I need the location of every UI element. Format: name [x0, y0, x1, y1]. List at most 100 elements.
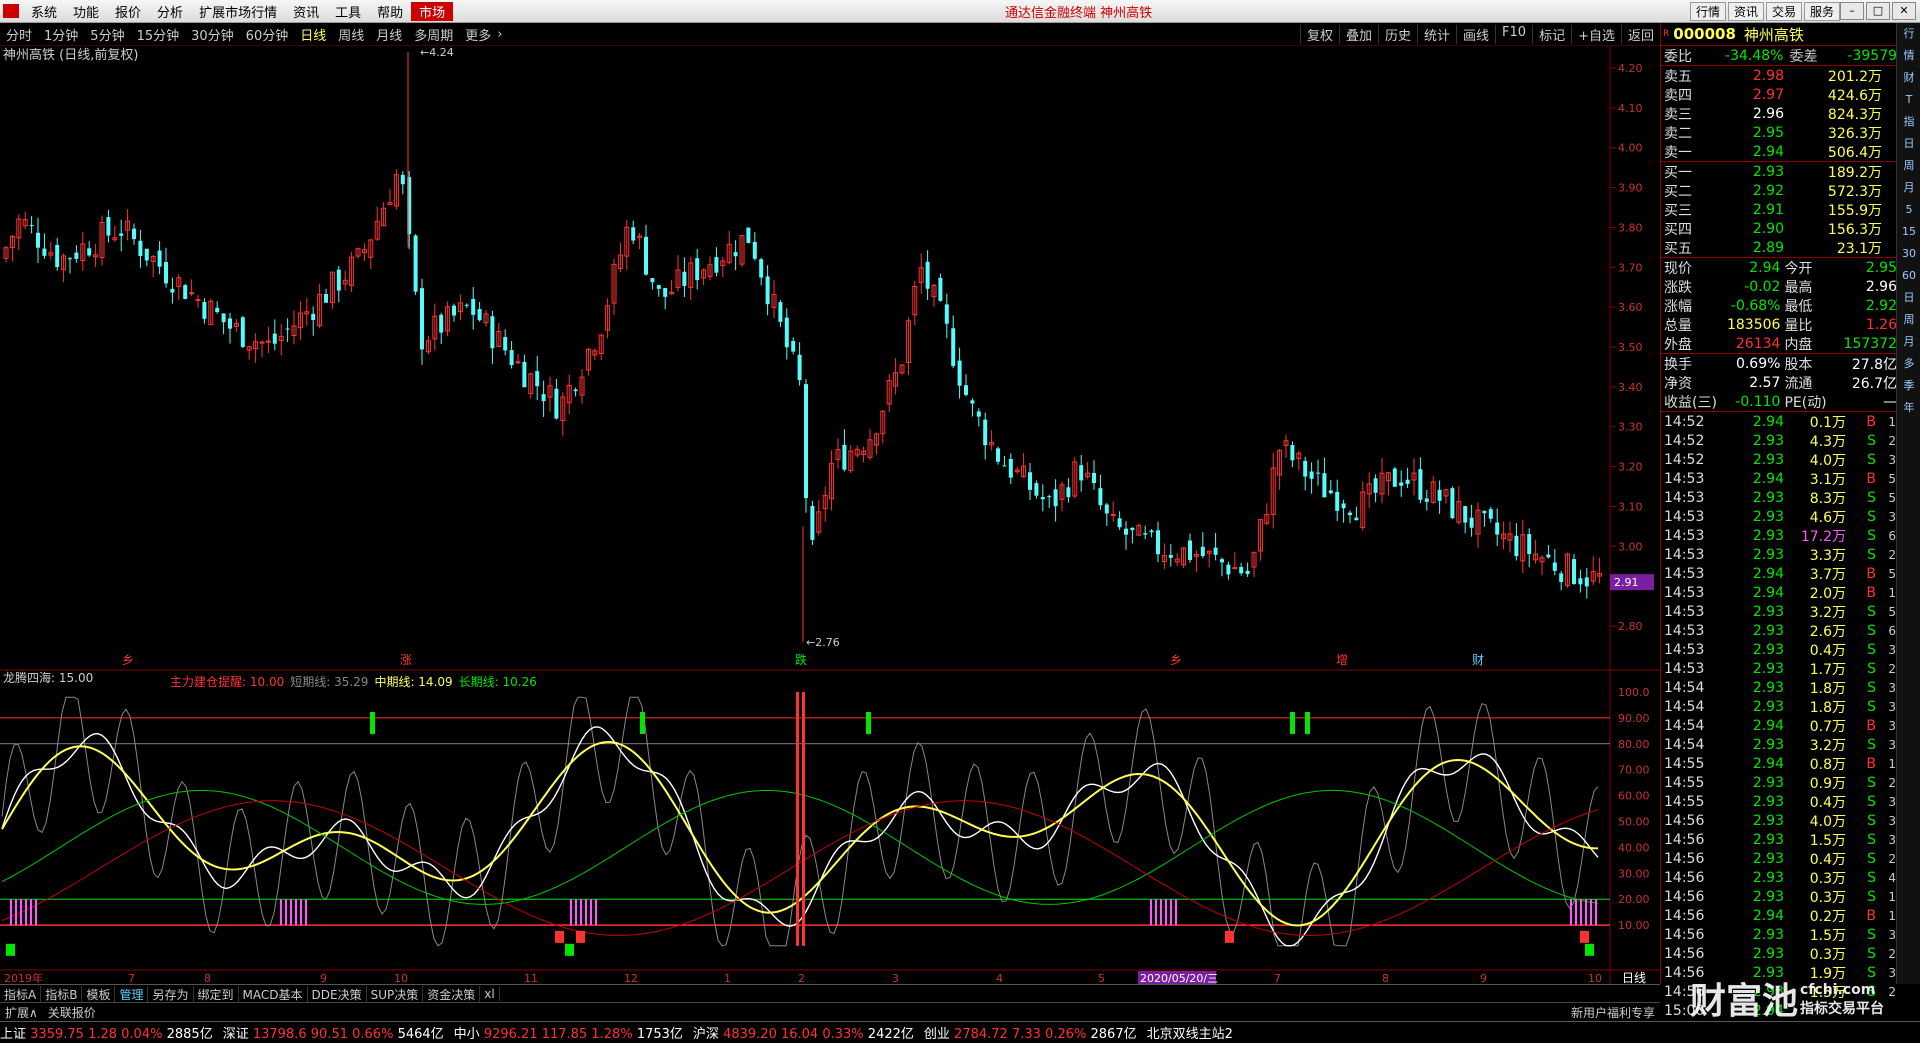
tool-f10[interactable]: F10: [1495, 24, 1532, 44]
period-daily[interactable]: 日线: [294, 25, 332, 44]
menu-item-system[interactable]: 系统: [23, 2, 65, 21]
indicator-tab[interactable]: SUP决策: [367, 985, 424, 1003]
menu-item-ext-market[interactable]: 扩展市场行情: [191, 2, 285, 21]
period-60min[interactable]: 60分钟: [240, 25, 295, 44]
side-icon-button[interactable]: 5: [1897, 199, 1920, 221]
bid-row[interactable]: 买五 2.89 23.1万: [1661, 238, 1897, 257]
side-icon-button[interactable]: 15: [1897, 221, 1920, 243]
period-15min[interactable]: 15分钟: [131, 25, 186, 44]
side-icon-button[interactable]: 财: [1897, 67, 1920, 89]
server-status[interactable]: 北京双线主站2: [1147, 1023, 1243, 1042]
index-quote[interactable]: 上证 3359.75 1.28 0.04% 2885亿: [0, 1023, 223, 1042]
new-user-link[interactable]: 新用户福利专享: [1566, 1004, 1660, 1021]
tool-overlay[interactable]: 叠加: [1338, 24, 1378, 44]
menu-item-analysis[interactable]: 分析: [149, 2, 191, 21]
side-icon-button[interactable]: 日: [1897, 287, 1920, 309]
side-icon-button[interactable]: 月: [1897, 177, 1920, 199]
chart-area[interactable]: 神州高铁 (日线,前复权) 龙腾四海: 15.00 ←4.24 ←2.76 乡 涨 跌 乡…: [0, 46, 1660, 985]
ask-row[interactable]: 卖一 2.94 506.4万: [1661, 142, 1897, 161]
tool-back[interactable]: 返回: [1620, 24, 1660, 44]
tool-add-watch[interactable]: +自选: [1571, 24, 1621, 44]
minimize-icon[interactable]: –: [1840, 2, 1864, 20]
indicator-tab[interactable]: 模板: [82, 985, 116, 1003]
news-button[interactable]: 资讯: [1727, 1, 1764, 21]
side-icon-button[interactable]: 行: [1897, 23, 1920, 45]
chevron-right-icon[interactable]: ›: [497, 27, 502, 42]
side-icon-button[interactable]: 周: [1897, 309, 1920, 331]
event-marker[interactable]: 财: [1472, 653, 1484, 667]
bid-row[interactable]: 买三 2.91 155.9万: [1661, 200, 1897, 219]
close-icon[interactable]: ✕: [1892, 2, 1916, 20]
candle-body: [138, 240, 143, 257]
side-icon-button[interactable]: 30: [1897, 243, 1920, 265]
menu-item-tools[interactable]: 工具: [327, 2, 369, 21]
tool-stats[interactable]: 统计: [1417, 24, 1456, 44]
index-quote[interactable]: 深证 13798.6 90.51 0.66% 5464亿: [223, 1023, 454, 1042]
candle-body: [1047, 496, 1052, 498]
expand-button[interactable]: 扩展∧: [0, 1004, 43, 1021]
indicator-tab[interactable]: 另存为: [148, 985, 194, 1003]
candle-body: [996, 448, 1000, 462]
period-5min[interactable]: 5分钟: [84, 25, 130, 44]
event-marker[interactable]: 跌: [795, 652, 807, 667]
ask-row[interactable]: 卖四 2.97 424.6万: [1661, 85, 1897, 104]
tool-mark[interactable]: 标记: [1532, 24, 1571, 44]
menu-item-market[interactable]: 市场: [411, 1, 454, 21]
indicator-y-tick: 50.00: [1618, 816, 1650, 829]
indicator-tab[interactable]: xl: [480, 987, 500, 1001]
side-icon-button[interactable]: 多: [1897, 353, 1920, 375]
event-marker[interactable]: 增: [1336, 653, 1348, 667]
bid-row[interactable]: 买二 2.92 572.3万: [1661, 181, 1897, 200]
index-quote[interactable]: 中小 9296.21 117.85 1.28% 1753亿: [454, 1023, 693, 1042]
tick-list[interactable]: 14:52 2.94 0.1万 B 1 14:52 2.93 4.3万 S 2 14:52 2.93 4…: [1661, 411, 1897, 1020]
menu-item-news[interactable]: 资讯: [285, 2, 327, 21]
side-icon-button[interactable]: 季: [1897, 375, 1920, 397]
ask-row[interactable]: 卖二 2.95 326.3万: [1661, 123, 1897, 142]
event-marker[interactable]: 乡: [122, 653, 134, 667]
trade-button[interactable]: 交易: [1765, 1, 1802, 21]
maximize-icon[interactable]: □: [1866, 2, 1890, 20]
indicator-tab[interactable]: 绑定到: [194, 985, 239, 1003]
side-icon-button[interactable]: 情: [1897, 45, 1920, 67]
bid-row[interactable]: 买四 2.90 156.3万: [1661, 219, 1897, 238]
tool-draw[interactable]: 画线: [1456, 24, 1495, 44]
side-icon-button[interactable]: 60: [1897, 265, 1920, 287]
period-multi[interactable]: 多周期: [408, 25, 459, 44]
menu-item-quote[interactable]: 报价: [107, 2, 149, 21]
period-more[interactable]: 更多: [459, 25, 497, 44]
candle-body: [1328, 490, 1333, 494]
indicator-tab[interactable]: MACD基本: [239, 985, 308, 1003]
related-quote-button[interactable]: 关联报价: [43, 1004, 101, 1021]
legend-short: 短期线: 35.29: [290, 675, 369, 689]
period-1min[interactable]: 1分钟: [38, 25, 84, 44]
period-monthly[interactable]: 月线: [370, 25, 408, 44]
event-marker[interactable]: 涨: [400, 652, 412, 667]
side-icon-button[interactable]: 月: [1897, 331, 1920, 353]
indicator-tab[interactable]: DDE决策: [308, 985, 367, 1003]
bid-row[interactable]: 买一 2.93 189.2万: [1661, 162, 1897, 181]
event-marker[interactable]: 乡: [1170, 653, 1182, 667]
side-icon-button[interactable]: 日: [1897, 133, 1920, 155]
side-icon-button[interactable]: 指: [1897, 111, 1920, 133]
side-icon-button[interactable]: 年: [1897, 397, 1920, 419]
period-30min[interactable]: 30分钟: [185, 25, 240, 44]
menu-item-help[interactable]: 帮助: [369, 2, 411, 21]
kline-and-indicator-chart[interactable]: 神州高铁 (日线,前复权) 龙腾四海: 15.00 ←4.24 ←2.76 乡 涨 跌 乡…: [0, 46, 1660, 985]
ask-row[interactable]: 卖三 2.96 824.3万: [1661, 104, 1897, 123]
index-quote[interactable]: 沪深 4839.20 16.04 0.33% 2422亿: [693, 1023, 924, 1042]
side-icon-button[interactable]: 周: [1897, 155, 1920, 177]
indicator-tab[interactable]: 资金决策: [423, 985, 481, 1003]
ask-row[interactable]: 卖五 2.98 201.2万: [1661, 66, 1897, 85]
menu-item-function[interactable]: 功能: [65, 2, 107, 21]
quote-button[interactable]: 行情: [1689, 1, 1726, 21]
service-button[interactable]: 服务: [1803, 1, 1840, 21]
indicator-tab[interactable]: 管理: [115, 985, 149, 1003]
period-weekly[interactable]: 周线: [332, 25, 370, 44]
index-quote[interactable]: 创业 2784.72 7.33 0.26% 2867亿: [924, 1023, 1147, 1042]
side-icon-button[interactable]: T: [1897, 89, 1920, 111]
period-tick[interactable]: 分时: [0, 25, 38, 44]
tool-history[interactable]: 历史: [1377, 24, 1417, 44]
indicator-tab[interactable]: 指标A: [0, 985, 42, 1003]
indicator-tab[interactable]: 指标B: [41, 985, 83, 1003]
tool-adjust[interactable]: 复权: [1299, 24, 1339, 44]
